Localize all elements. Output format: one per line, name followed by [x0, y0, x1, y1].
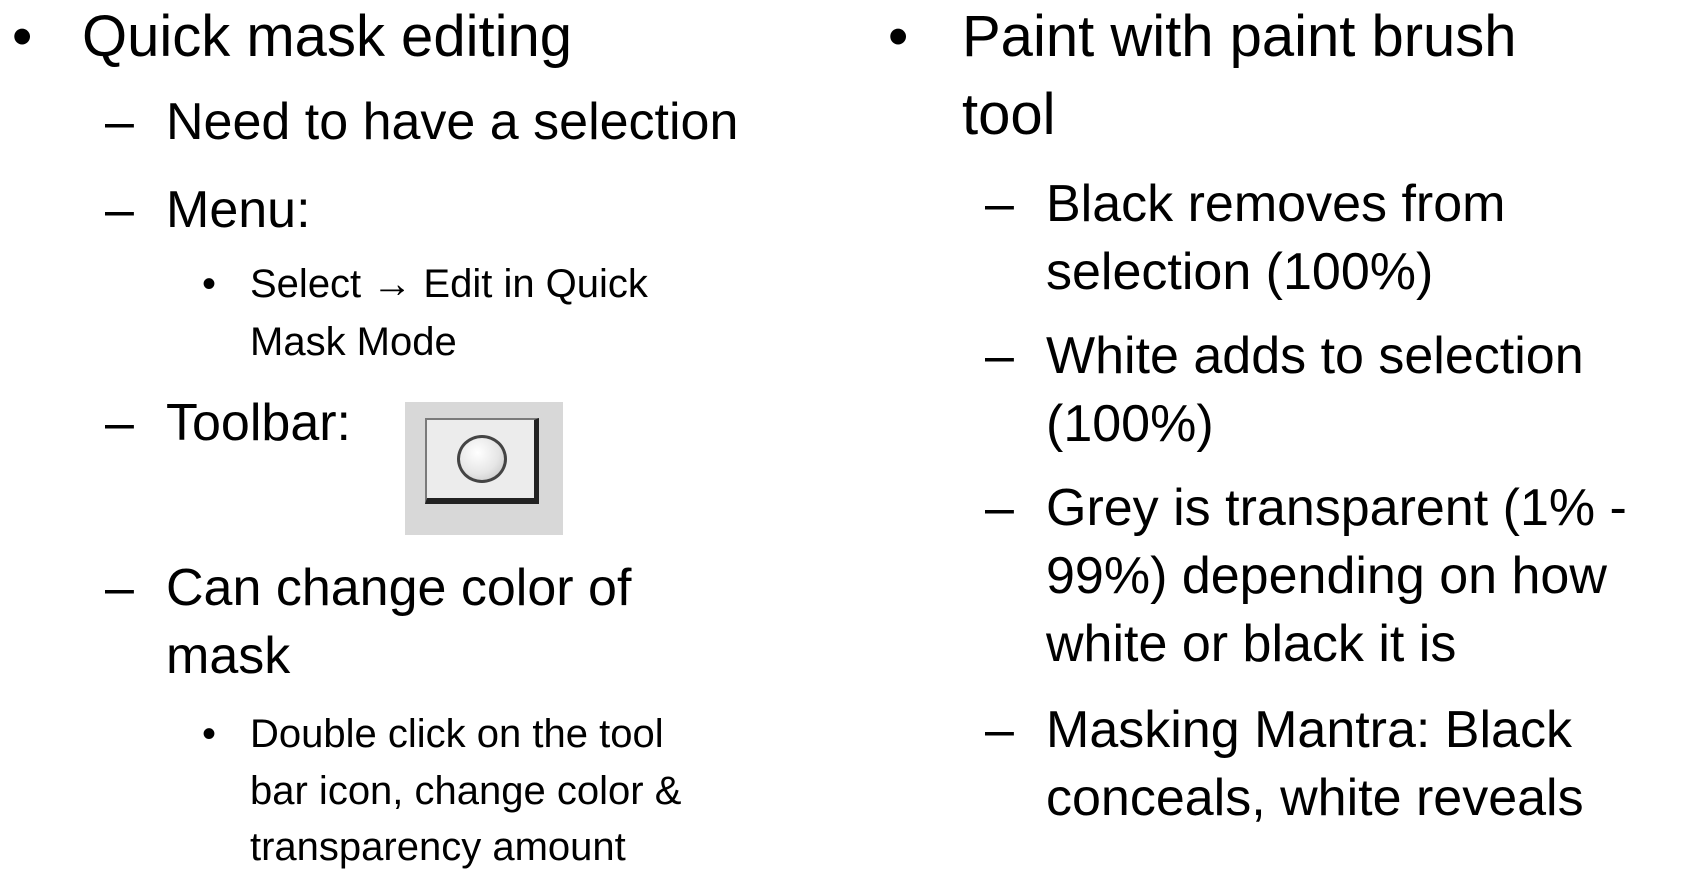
paint-title-line1: Paint with paint brush — [962, 4, 1517, 69]
double-click-line1: Double click on the tool — [250, 712, 664, 756]
level1-bullet: • — [888, 4, 909, 69]
dash-bullet: – — [985, 327, 1014, 385]
circle-icon — [457, 435, 507, 483]
grey-line3: white or black it is — [1046, 615, 1457, 673]
grey-line2: 99%) depending on how — [1046, 547, 1607, 605]
small-bullet: • — [202, 262, 217, 306]
dash-bullet: – — [105, 394, 134, 452]
paint-title-line2: tool — [962, 82, 1056, 147]
double-click-line3: transparency amount — [250, 825, 626, 869]
small-bullet: • — [202, 712, 217, 756]
quick-mask-button-frame — [425, 418, 539, 504]
slide: • Quick mask editing – Need to have a se… — [0, 0, 1703, 875]
mantra-line2: conceals, white reveals — [1046, 769, 1584, 827]
black-line2: selection (100%) — [1046, 243, 1434, 301]
need-selection-text: Need to have a selection — [166, 93, 739, 151]
dash-bullet: – — [985, 701, 1014, 759]
menu-path-line1: Select → Edit in Quick — [250, 262, 648, 306]
dash-bullet: – — [105, 559, 134, 617]
white-line1: White adds to selection — [1046, 327, 1584, 385]
quick-mask-title: Quick mask editing — [82, 4, 572, 69]
level1-bullet: • — [12, 4, 33, 69]
mantra-line1: Masking Mantra: Black — [1046, 701, 1572, 759]
dash-bullet: – — [105, 181, 134, 239]
white-line2: (100%) — [1046, 395, 1214, 453]
grey-line1: Grey is transparent (1% - — [1046, 479, 1627, 537]
toolbar-label: Toolbar: — [166, 394, 351, 452]
dash-bullet: – — [985, 479, 1014, 537]
black-line1: Black removes from — [1046, 175, 1506, 233]
dash-bullet: – — [105, 93, 134, 151]
change-color-line2: mask — [166, 627, 291, 685]
change-color-line1: Can change color of — [166, 559, 632, 617]
double-click-line2: bar icon, change color & — [250, 769, 682, 813]
menu-path-line2: Mask Mode — [250, 320, 457, 364]
quick-mask-mode-icon — [405, 402, 563, 535]
menu-label: Menu: — [166, 181, 311, 239]
dash-bullet: – — [985, 175, 1014, 233]
